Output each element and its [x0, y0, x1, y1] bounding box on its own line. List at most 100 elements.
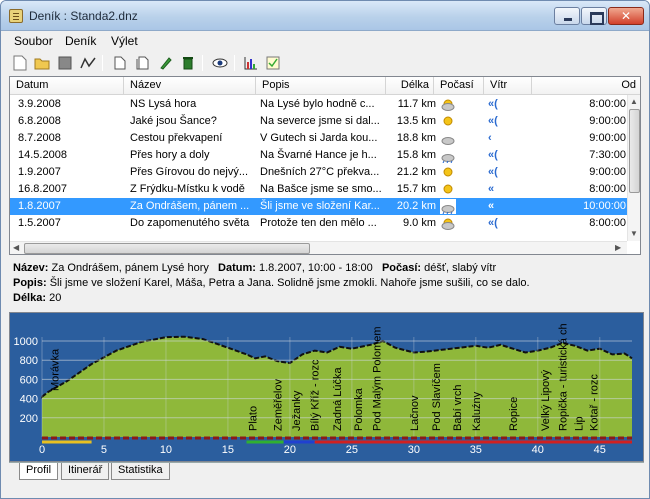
cell-popis: V Gutech si Jarda kou...: [260, 132, 378, 144]
menu-denik[interactable]: Deník: [65, 34, 96, 48]
x-tick-label: 5: [101, 444, 107, 456]
cell-datum: 16.8.2007: [18, 183, 67, 195]
elevation-profile[interactable]: 1000 800 600 400 200 0 5 10 15 20 25 30 35 40 45 Morávk…: [9, 312, 644, 462]
horizontal-scrollbar[interactable]: ◀ ▶: [10, 241, 627, 254]
copy-icon[interactable]: [134, 54, 152, 72]
detail-popis-label: Popis:: [13, 277, 47, 289]
cell-od: 9:00:00: [589, 132, 626, 144]
x-tick-label: 10: [160, 444, 172, 456]
chart-icon[interactable]: [242, 54, 260, 72]
maximize-button[interactable]: [581, 7, 607, 25]
cell-datum: 14.5.2008: [18, 149, 67, 161]
elevation-profile-chart: 1000 800 600 400 200 0 5 10 15 20 25 30 35 40 45 Morávk…: [14, 323, 633, 456]
minimize-button[interactable]: [554, 7, 580, 25]
toolbar-separator: [202, 55, 203, 71]
x-tick-label: 40: [532, 444, 544, 456]
table-row[interactable]: 8.7.2008 Cestou překvapení V Gutech si Jar…: [10, 130, 628, 147]
x-tick-label: 25: [346, 444, 358, 456]
table-row[interactable]: 14.5.2008 Přes hory a doly Na Švarné Hance…: [10, 147, 628, 164]
cell-nazev: Za Ondrášem, pánem ...: [130, 200, 250, 212]
menu-bar: Soubor Deník Výlet: [1, 31, 649, 51]
scroll-thumb[interactable]: [24, 243, 310, 254]
trip-detail: Název: Za Ondrášem, pánem Lysé hory Datu…: [13, 261, 643, 306]
column-vitr[interactable]: Vítr: [484, 77, 532, 95]
table-row[interactable]: 1.8.2007 Za Ondrášem, pánem ... Šli jsme v…: [10, 198, 628, 215]
y-tick-label: 200: [20, 413, 38, 425]
y-tick-label: 800: [20, 355, 38, 367]
cell-datum: 6.8.2008: [18, 115, 61, 127]
column-pocasi[interactable]: Počasí: [434, 77, 484, 95]
column-od[interactable]: Od: [532, 77, 640, 95]
open-folder-icon[interactable]: [33, 54, 51, 72]
place-label: Pod Malým Polomem: [372, 326, 384, 431]
cell-delka: 9.0 km: [402, 217, 436, 229]
sunny-weather-icon: [440, 182, 456, 197]
place-label: Lip: [574, 416, 586, 431]
detail-popis: Šli jsme ve složení Karel, Máša, Petra a…: [49, 277, 530, 289]
wind-medium-icon: «: [488, 183, 495, 195]
table-row[interactable]: 1.5.2007 Do zapomenutého světa Protože ten…: [10, 215, 628, 232]
cell-od: 10:00:00: [583, 200, 626, 212]
checklist-icon[interactable]: [264, 54, 282, 72]
scroll-thumb[interactable]: [629, 109, 640, 193]
edit-pencil-icon[interactable]: [157, 54, 175, 72]
table-row[interactable]: 6.8.2008 Jaké jsou Šance? Na severce jsme …: [10, 113, 628, 130]
cell-popis: Na Švarné Hance je h...: [260, 149, 377, 161]
scroll-left-icon[interactable]: ◀: [13, 243, 19, 252]
column-popis[interactable]: Popis: [256, 77, 386, 95]
document-icon[interactable]: [111, 54, 129, 72]
wind-strong-icon: «(: [488, 98, 498, 110]
tab-profil[interactable]: Profil: [19, 463, 59, 480]
table-row[interactable]: 1.9.2007 Přes Gírovou do nejvý... Dnešních…: [10, 164, 628, 181]
save-icon[interactable]: [56, 54, 74, 72]
place-label: Ježanky: [291, 390, 303, 431]
wind-strong-icon: «(: [488, 166, 498, 178]
place-label: Ropice: [508, 397, 520, 431]
rain-weather-icon: [440, 148, 456, 163]
menu-vylet[interactable]: Výlet: [111, 34, 138, 48]
scroll-down-icon[interactable]: ▼: [630, 229, 638, 238]
diary-app-icon: [9, 9, 23, 23]
cell-delka: 15.8 km: [396, 149, 436, 161]
app-window: Deník : Standa2.dnz ✕ Soubor Deník Výlet: [0, 0, 650, 499]
cell-popis: Šli jsme ve složení Kar...: [260, 200, 380, 212]
cell-datum: 1.9.2007: [18, 166, 61, 178]
menu-soubor[interactable]: Soubor: [14, 34, 53, 48]
table-row[interactable]: 3.9.2008 NS Lysá hora Na Lysé bylo hodně c…: [10, 96, 628, 113]
x-tick-label: 0: [39, 444, 45, 456]
wind-strong-icon: «(: [488, 149, 498, 161]
trash-icon[interactable]: [179, 54, 197, 72]
place-label: Lačnov: [409, 395, 421, 431]
place-label: Plato: [248, 406, 260, 431]
column-nazev[interactable]: Název: [124, 77, 256, 95]
column-delka[interactable]: Délka: [386, 77, 434, 95]
column-datum[interactable]: Datum: [10, 77, 124, 95]
tab-statistika[interactable]: Statistika: [111, 463, 170, 480]
cell-delka: 11.7 km: [397, 98, 436, 110]
cell-nazev: Přes hory a doly: [130, 149, 210, 161]
x-tick-label: 45: [594, 444, 606, 456]
toolbar: [1, 51, 649, 75]
toolbar-separator: [234, 55, 235, 71]
cell-popis: Na Bašce jsme se smo...: [260, 183, 382, 195]
cell-od: 8:00:00: [589, 183, 626, 195]
close-button[interactable]: ✕: [608, 7, 644, 25]
trips-table: Datum Název Popis Délka Počasí Vítr Od 3…: [9, 76, 641, 255]
place-label: Kaluźny: [471, 391, 483, 431]
new-file-icon[interactable]: [11, 54, 29, 72]
scroll-right-icon[interactable]: ▶: [615, 243, 621, 252]
eye-icon[interactable]: [211, 54, 229, 72]
cell-popis: Na Lysé bylo hodně c...: [260, 98, 375, 110]
place-label: Pod Slavíčem: [431, 363, 443, 431]
route-icon[interactable]: [79, 54, 97, 72]
tab-itinerar[interactable]: Itinerář: [61, 463, 110, 480]
place-label: Ropička - turistická ch: [558, 323, 570, 431]
table-row[interactable]: 16.8.2007 Z Frýdku-Místku k vodě Na Bašce …: [10, 181, 628, 198]
title-bar[interactable]: Deník : Standa2.dnz ✕: [1, 1, 649, 31]
vertical-scrollbar[interactable]: ▲ ▼: [627, 95, 640, 241]
bottom-tabs: Profil Itinerář Statistika: [9, 462, 644, 480]
sunny-weather-icon: [440, 165, 456, 180]
detail-datum: 1.8.2007, 10:00 - 18:00: [259, 262, 373, 274]
scroll-up-icon[interactable]: ▲: [630, 97, 638, 106]
detail-nazev-label: Název:: [13, 262, 49, 274]
